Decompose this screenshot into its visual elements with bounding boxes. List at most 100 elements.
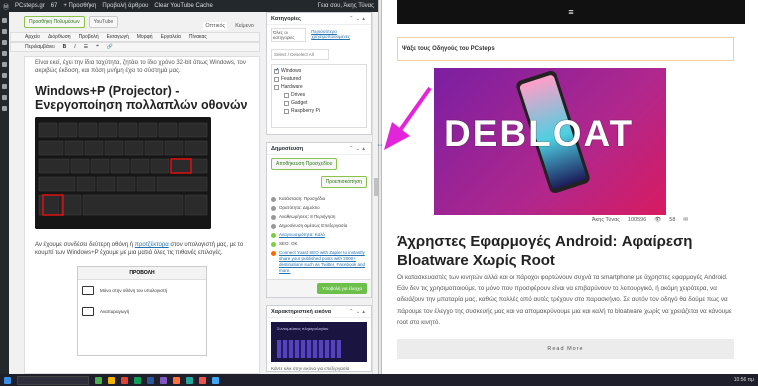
app-icon[interactable] [212,376,219,384]
users-icon[interactable] [2,95,7,100]
tab-visual[interactable]: Οπτικός [203,22,228,30]
folder-icon[interactable] [108,376,115,384]
editor-content[interactable]: Είναι εκεί, έχει την ίδια ταχύτητα, ζητά… [24,56,260,374]
word-icon[interactable] [147,376,154,384]
submit-review-button[interactable]: Υποβολή για έλεγχο [317,283,367,294]
menu-table[interactable]: Πίνακας [189,34,207,40]
box-controls-icon[interactable]: ⌃⌄▴ [349,16,367,22]
category-item[interactable]: Drives [274,91,364,99]
category-label: Featured [281,76,302,82]
menu-view[interactable]: Προβολή [79,34,99,40]
app-icon[interactable] [173,376,180,384]
bold-icon[interactable]: B [63,44,67,50]
box-controls-icon[interactable]: ⌃⌄▴ [349,309,367,315]
category-checkbox[interactable] [274,67,279,74]
category-checkbox[interactable] [284,108,289,114]
plugins-icon[interactable] [2,84,7,89]
app-icon[interactable] [199,376,206,384]
eye-icon [271,206,276,211]
add-media-button[interactable]: Προσθήκη Πολυμέσων [24,16,85,28]
taskbar-search[interactable] [17,375,89,385]
category-label: Raspberry Pi [291,108,320,114]
category-label: Gadget [291,100,308,106]
site-nav-bar: ≡ [397,0,745,24]
guides-search-box[interactable]: Ψάξε τους Οδηγούς του PCsteps [397,37,734,61]
category-checkbox[interactable] [284,100,289,106]
hamburger-menu-icon[interactable]: ≡ [568,7,573,17]
split-divider[interactable] [378,0,382,374]
settings-icon[interactable] [2,106,7,111]
category-checkbox[interactable] [274,76,279,82]
windows-taskbar: 10:56 πμ [0,374,758,386]
category-label: Hardware [281,84,303,90]
select-all-button[interactable]: Select / Deselect All [271,49,329,60]
category-item[interactable]: Windows [274,67,364,75]
tab-most-used[interactable]: Περισσότερο χρησιμοποιούμενες [310,28,367,42]
pages-icon[interactable] [2,51,7,56]
featured-image-caption: Κάντε κλικ στην εικόνα για επεξεργασία [271,366,350,371]
category-item[interactable]: Featured [274,75,364,83]
eye-icon: 👁 [654,217,662,223]
appearance-icon[interactable] [2,73,7,78]
editor-sidebar: Κατηγορίες ⌃⌄▴ Όλες οι κατηγορίες Περισσ… [266,12,372,374]
publish-details: Κατάσταση: Προσχέδιο Ορατότητα: Δημόσιο … [267,191,371,279]
list-icon[interactable]: ☰ [84,44,88,50]
readability-icon [271,233,276,238]
menu-insert[interactable]: Εισαγωγή [107,34,129,40]
zapier-link[interactable]: Connect Yoast SEO with Zapier to instant… [279,250,367,274]
clear-cache-link[interactable]: Clear YouTube Cache [154,3,213,9]
menu-format[interactable]: Μορφή [137,34,153,40]
menu-edit[interactable]: Διόρθωση [48,34,71,40]
tab-text[interactable]: Κείμενο [233,22,256,30]
pin-icon [271,197,276,202]
admin-new-link[interactable]: + Προσθήκη [63,3,96,9]
read-more-button[interactable]: Read More [397,339,734,359]
media-icon[interactable] [2,40,7,45]
box-controls-icon[interactable]: ⌃⌄▴ [349,146,367,152]
dashboard-icon[interactable] [2,18,7,23]
category-item[interactable]: Hardware [274,83,364,91]
save-draft-button[interactable]: Αποθήκευση Προσχεδίου [271,158,338,170]
tab-all-categories[interactable]: Όλες οι κατηγορίες [271,28,307,42]
featured-image[interactable]: Συντομεύσεις πληκτρολογίου [271,322,367,362]
preview-button[interactable]: Προεπισκόπηση [320,176,367,188]
admin-site-link[interactable]: PCsteps.gr [15,3,45,9]
projection-screenshot: ΠΡΟΒΟΛΗ Μόνο στην οθόνη του υπολογιστή Α… [77,266,207,356]
section-heading: Windows+P (Projector) - Ενεργοποίηση πολ… [35,84,248,112]
projector-paragraph: Αν έχουμε συνδέσει δεύτερη οθόνη ή προτζ… [35,242,244,256]
comments-count[interactable]: 58 [669,217,675,223]
seo-icon [271,242,276,247]
menu-tools[interactable]: Εργαλεία [161,34,181,40]
app-icon[interactable] [95,376,102,384]
comments-icon[interactable] [2,62,7,67]
intro-paragraph: Είναι εκεί, έχει την ίδια ταχύτητα, ζητά… [35,60,246,74]
app-icon[interactable] [134,376,141,384]
wordpress-logo-icon[interactable]: Ⓦ [3,2,9,11]
category-checkbox[interactable] [274,84,279,90]
posts-icon[interactable] [2,29,7,34]
italic-icon[interactable]: I [74,44,75,50]
article-title[interactable]: Άχρηστες Εφαρμογές Android: Αφαίρεση Blo… [397,232,737,270]
category-checkbox[interactable] [284,92,289,98]
article-author[interactable]: Άκης Τύνας [592,217,620,223]
app-icon[interactable] [160,376,167,384]
category-item[interactable]: Raspberry Pi [274,107,364,115]
publish-box: Δημοσίευση ⌃⌄▴ Αποθήκευση Προσχεδίου Προ… [266,142,372,298]
windows-start-icon[interactable] [4,376,11,384]
comments-count[interactable]: 67 [51,3,58,9]
admin-user-greeting[interactable]: Γεια σου, Άκης Τύνας [318,3,378,9]
app-icon[interactable] [186,376,193,384]
quote-icon[interactable]: ❝ [96,44,99,50]
article-hero-image[interactable]: DEBLOAT [434,68,666,215]
menu-file[interactable]: Αρχείο [25,34,40,40]
category-list: Windows Featured Hardware Drives Gadget Raspb… [271,64,367,128]
category-item[interactable]: Gadget [274,99,364,107]
taskbar-clock[interactable]: 10:56 πμ [734,377,758,383]
link-icon[interactable]: 🔗 [107,44,113,50]
admin-preview-link[interactable]: Προβολή άρθρου [102,3,148,9]
post-editor: Προσθήκη Πολυμέσων YouTube Οπτικός Κείμε… [10,12,260,374]
format-select[interactable]: Περιλαμβάνει [25,44,55,50]
youtube-button[interactable]: YouTube [88,16,119,28]
projector-link[interactable]: προτζέκτορα [135,242,169,248]
chrome-icon[interactable] [121,376,128,384]
